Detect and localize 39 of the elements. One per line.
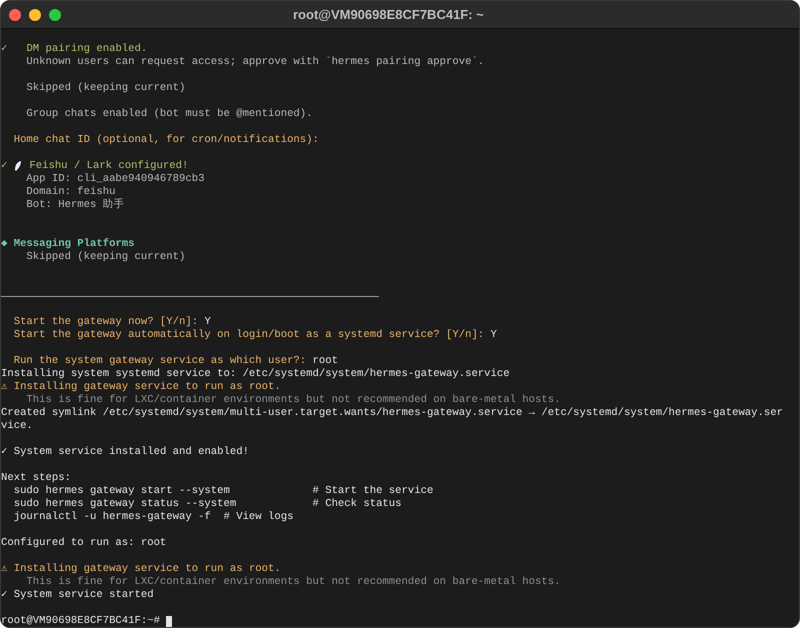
feather-icon xyxy=(14,161,22,172)
typed-answer: root xyxy=(312,355,338,368)
terminal-line: Home chat ID (optional, for cron/notifications): xyxy=(12,134,319,147)
terminal-line: Run the system gateway service as which user?: xyxy=(12,355,308,368)
terminal-line: ✓ System service started xyxy=(1,589,154,602)
close-button[interactable] xyxy=(9,8,21,20)
typed-answer: Y xyxy=(490,329,497,342)
window-title: root@VM90698E8CF7BC41F: ~ xyxy=(293,6,484,24)
terminal-line: ✓ System service installed and enabled! xyxy=(1,446,249,459)
terminal-line: vice. xyxy=(1,420,33,433)
terminal-line: ⚠ Installing gateway service to run as root. xyxy=(1,381,281,394)
terminal-line: Unknown users can request access; approve with `hermes pairing approve`. xyxy=(25,56,484,69)
terminal-line: Next steps: xyxy=(1,472,71,485)
shell-prompt: root@VM90698E8CF7BC41F:~# xyxy=(1,615,161,627)
terminal-line: Bot: Hermes 助手 xyxy=(25,199,125,212)
minimize-button[interactable] xyxy=(29,8,41,20)
terminal-line: Created symlink /etc/systemd/system/multi-user.target.wants/hermes-gateway.service → /etc/systemd/system/hermes-gateway.ser xyxy=(1,407,783,420)
terminal-line: Start the gateway automatically on login/boot as a systemd service? [Y/n]: xyxy=(12,329,486,342)
terminal-line: Configured to run as: root xyxy=(1,537,166,550)
terminal-line: This is fine for LXC/container environments but not recommended on bare-metal hosts. xyxy=(25,394,560,407)
terminal-line: Feishu / Lark configured! xyxy=(29,160,188,173)
zoom-button[interactable] xyxy=(49,8,61,20)
terminal-line: This is fine for LXC/container environments but not recommended on bare-metal hosts. xyxy=(25,576,560,589)
terminal-line: ◆ Messaging Platforms xyxy=(1,238,135,251)
terminal-line: journalctl -u hermes-gateway -f # View logs xyxy=(12,511,294,524)
terminal-line: Skipped (keeping current) xyxy=(25,82,186,95)
typed-answer: Y xyxy=(204,316,211,329)
terminal-line: sudo hermes gateway start --system # Start the service xyxy=(12,485,434,498)
terminal-line: Domain: feishu xyxy=(25,186,116,198)
terminal-line: ⚠ Installing gateway service to run as root. xyxy=(1,563,281,576)
terminal-line: ✓ DM pairing enabled. xyxy=(1,43,148,56)
cursor xyxy=(166,616,172,627)
terminal-line: Group chats enabled (bot must be @mentioned). xyxy=(25,108,313,121)
terminal-line: sudo hermes gateway status --system # Check status xyxy=(12,498,402,511)
terminal-line: Installing system systemd service to: /etc/systemd/system/hermes-gateway.service xyxy=(1,368,510,381)
terminal-line: Skipped (keeping current) xyxy=(25,251,186,264)
check-mark: ✓ xyxy=(1,160,8,173)
terminal-line: Start the gateway now? [Y/n]: xyxy=(12,316,200,329)
terminal-line: App ID: cli_aabe940946789cb3 xyxy=(25,173,204,186)
